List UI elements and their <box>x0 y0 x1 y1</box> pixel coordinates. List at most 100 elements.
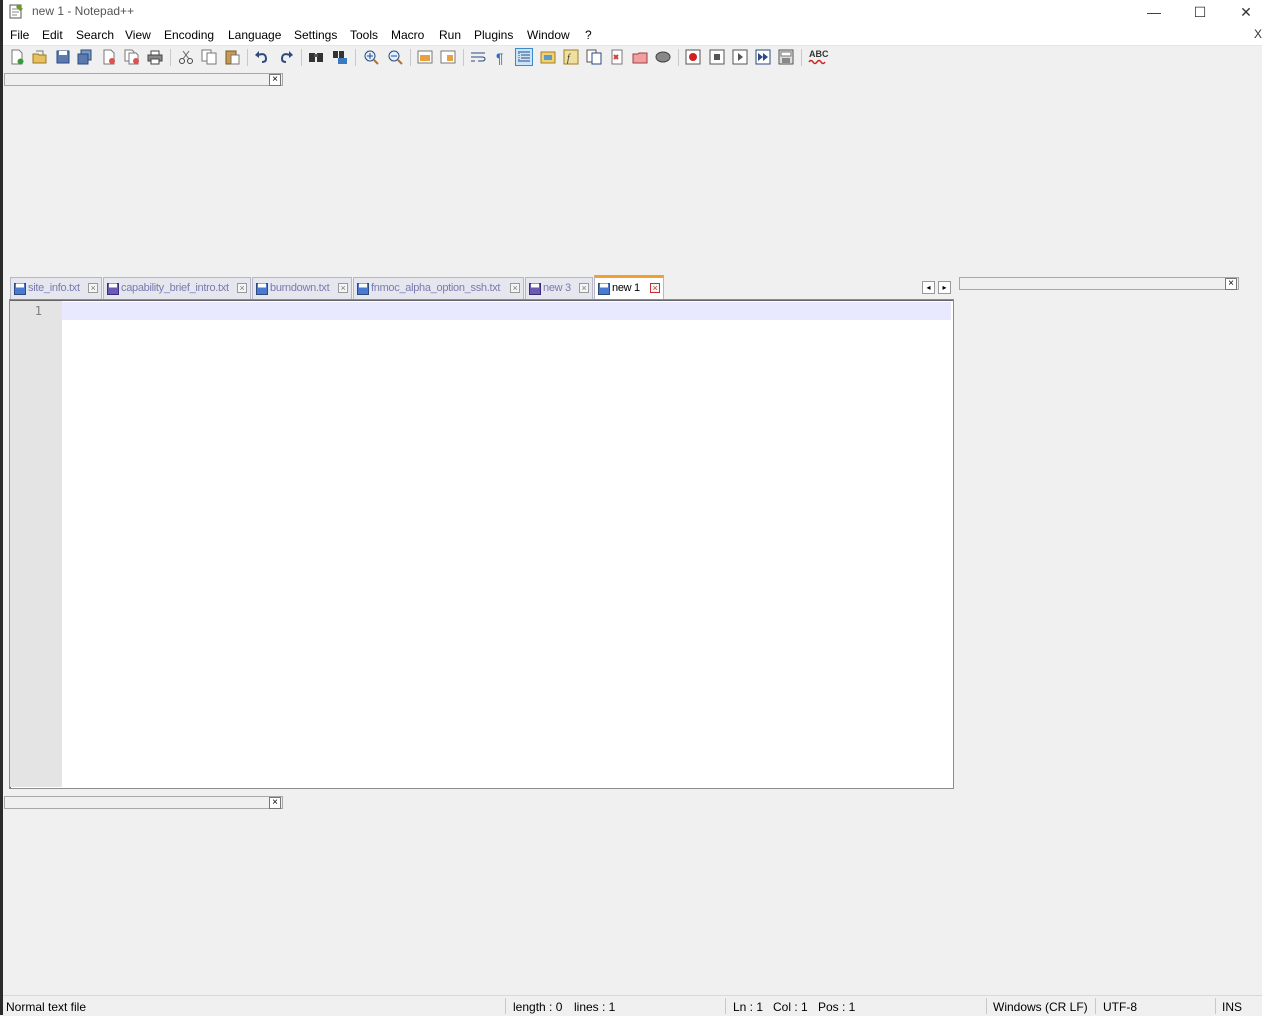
tab-new-3[interactable]: new 3 × <box>525 277 593 299</box>
menu-edit[interactable]: Edit <box>42 28 63 42</box>
close-document-button[interactable]: X <box>1254 27 1262 41</box>
status-eol: Windows (CR LF) <box>993 1000 1088 1014</box>
word-wrap-icon[interactable] <box>470 49 486 65</box>
panel-close-button[interactable]: × <box>1225 278 1237 290</box>
stop-macro-icon[interactable] <box>709 49 725 65</box>
paste-icon[interactable] <box>224 49 240 65</box>
menu-run[interactable]: Run <box>439 28 461 42</box>
minimize-icon: — <box>1147 4 1161 20</box>
find-icon[interactable] <box>308 49 324 65</box>
menu-plugins[interactable]: Plugins <box>474 28 513 42</box>
toolbar-separator <box>301 49 302 66</box>
current-line-highlight[interactable] <box>62 302 951 320</box>
tab-fnmoc-alpha-option-ssh[interactable]: fnmoc_alpha_option_ssh.txt × <box>353 277 524 299</box>
menu-settings[interactable]: Settings <box>294 28 337 42</box>
toolbar-separator <box>801 49 802 66</box>
tab-scroll-left-button[interactable]: ◂ <box>922 281 935 294</box>
panel-close-button[interactable]: × <box>269 797 281 809</box>
status-lines: lines : 1 <box>574 1000 616 1014</box>
function-list-icon[interactable]: f <box>563 49 579 65</box>
title-bar <box>3 0 1262 24</box>
folder-as-workspace-icon[interactable] <box>540 49 556 65</box>
record-macro-icon[interactable] <box>685 49 701 65</box>
document-map-icon[interactable] <box>586 49 602 65</box>
tab-burndown[interactable]: burndown.txt × <box>252 277 352 299</box>
tab-close-icon[interactable]: × <box>237 283 247 293</box>
replace-icon[interactable] <box>332 49 348 65</box>
toolbar-separator <box>247 49 248 66</box>
cut-icon[interactable] <box>178 49 194 65</box>
indent-guide-icon[interactable] <box>515 48 533 66</box>
tab-close-icon[interactable]: × <box>338 283 348 293</box>
play-macro-icon[interactable] <box>732 49 748 65</box>
spell-check-label: ABC <box>809 49 829 59</box>
menu-tools[interactable]: Tools <box>350 28 378 42</box>
status-length: length : 0 <box>513 1000 563 1014</box>
tab-close-icon[interactable]: × <box>579 283 589 293</box>
sync-vertical-icon[interactable] <box>417 49 433 65</box>
menu-encoding[interactable]: Encoding <box>164 28 214 42</box>
save-macro-icon[interactable] <box>778 49 794 65</box>
minimize-button[interactable]: — <box>1131 0 1177 24</box>
save-icon[interactable] <box>55 49 71 65</box>
tab-site-info[interactable]: site_info.txt × <box>10 277 102 299</box>
menu-bar: File Edit Search View Encoding Language … <box>3 24 1262 46</box>
editor-area[interactable] <box>9 299 954 789</box>
line-number: 1 <box>34 304 42 318</box>
status-separator <box>725 998 726 1014</box>
monitoring-icon[interactable] <box>655 49 671 65</box>
tab-scroll-right-button[interactable]: ▸ <box>938 281 951 294</box>
close-window-button[interactable]: ✕ <box>1223 0 1262 24</box>
tab-close-icon[interactable]: × <box>88 283 98 293</box>
file-saved-icon <box>598 283 610 295</box>
copy-icon[interactable] <box>201 49 217 65</box>
menu-window[interactable]: Window <box>527 28 570 42</box>
status-position: Pos : 1 <box>818 1000 856 1014</box>
spell-check-icon[interactable]: ABC <box>808 49 829 65</box>
open-file-icon[interactable] <box>32 49 48 65</box>
print-icon[interactable] <box>147 49 163 65</box>
tab-label: burndown.txt <box>270 282 330 294</box>
toolbar: ¶ f ABC <box>3 46 1262 68</box>
run-macro-multiple-icon[interactable] <box>755 49 771 65</box>
status-separator <box>986 998 987 1014</box>
file-saved-icon <box>256 283 268 295</box>
notepad-app-icon <box>8 3 24 19</box>
document-list-icon[interactable] <box>609 49 625 65</box>
close-all-icon[interactable] <box>124 49 140 65</box>
tab-capability-brief-intro[interactable]: capability_brief_intro.txt × <box>103 277 251 299</box>
status-insert-mode: INS <box>1222 1000 1243 1014</box>
docked-panel-bottom-left: × <box>4 796 283 809</box>
menu-language[interactable]: Language <box>228 28 281 42</box>
new-file-icon[interactable] <box>9 49 25 65</box>
sync-horizontal-icon[interactable] <box>440 49 456 65</box>
status-separator <box>1095 998 1096 1014</box>
maximize-icon: ☐ <box>1193 3 1207 20</box>
line-number-gutter <box>10 301 62 787</box>
zoom-in-icon[interactable] <box>363 49 379 65</box>
maximize-button[interactable]: ☐ <box>1177 0 1223 24</box>
undo-icon[interactable] <box>254 49 270 65</box>
status-encoding: UTF-8 <box>1103 1000 1137 1014</box>
menu-search[interactable]: Search <box>76 28 114 42</box>
menu-view[interactable]: View <box>125 28 151 42</box>
show-all-characters-icon[interactable]: ¶ <box>493 49 509 65</box>
file-saved-icon <box>529 283 541 295</box>
save-all-icon[interactable] <box>77 49 93 65</box>
panel-close-button[interactable]: × <box>269 74 281 86</box>
file-browser-icon[interactable] <box>632 49 648 65</box>
tab-close-icon[interactable]: × <box>510 283 520 293</box>
zoom-out-icon[interactable] <box>387 49 403 65</box>
redo-icon[interactable] <box>278 49 294 65</box>
tab-new-1[interactable]: new 1 × <box>594 275 664 299</box>
status-separator <box>505 998 506 1014</box>
menu-macro[interactable]: Macro <box>391 28 424 42</box>
close-icon[interactable] <box>101 49 117 65</box>
tab-label: new 3 <box>543 282 571 294</box>
tab-close-icon[interactable]: × <box>650 283 660 293</box>
toolbar-separator <box>170 49 171 66</box>
status-bar: Normal text file length : 0 lines : 1 Ln… <box>3 995 1262 1016</box>
menu-file[interactable]: File <box>10 28 29 42</box>
tab-label: fnmoc_alpha_option_ssh.txt <box>371 282 501 294</box>
menu-help[interactable]: ? <box>585 28 592 42</box>
